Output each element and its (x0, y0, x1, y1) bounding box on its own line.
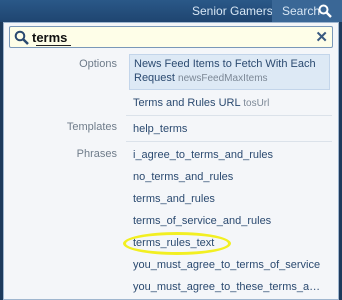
search-icon (318, 4, 332, 18)
search-icon (14, 30, 29, 45)
clear-icon[interactable]: ✕ (315, 28, 328, 46)
section-label-phrases: Phrases (76, 148, 117, 160)
search-tab-label: Search (282, 4, 321, 18)
result-option[interactable]: Terms and Rules URL tosUrl (129, 94, 330, 113)
result-template[interactable]: help_terms (129, 120, 330, 138)
result-phrase[interactable]: you_must_agree_to_these_terms_and_r... (129, 278, 330, 296)
result-phrase[interactable]: terms_and_rules (129, 190, 330, 208)
text-underline (36, 45, 71, 46)
search-input[interactable] (32, 28, 302, 46)
section-divider (126, 141, 332, 142)
quick-search-dropdown: ✕ Options Templates Phrases News Feed It… (3, 22, 339, 300)
section-divider (126, 115, 332, 116)
search-tab[interactable]: Search (272, 0, 342, 22)
result-key: tosUrl (243, 98, 270, 109)
result-phrase[interactable]: i_agree_to_terms_and_rules (129, 146, 330, 164)
search-field[interactable]: ✕ (9, 26, 333, 48)
result-phrase[interactable]: terms_rules_text (129, 234, 330, 252)
result-phrase[interactable]: terms_of_service_and_rules (129, 212, 330, 230)
result-phrase[interactable]: no_terms_and_rules (129, 168, 330, 186)
result-title: Terms and Rules URL (133, 97, 241, 109)
top-navigation-bar: Senior Gamers Search (0, 0, 342, 22)
result-option[interactable]: News Feed Items to Fetch With Each Reque… (129, 54, 330, 90)
section-label-templates: Templates (66, 121, 117, 133)
result-phrase[interactable]: you_must_agree_to_terms_of_service (129, 256, 330, 274)
site-link[interactable]: Senior Gamers (192, 4, 273, 18)
result-key: newsFeedMaxItems (178, 73, 268, 84)
section-label-options: Options (79, 58, 117, 70)
